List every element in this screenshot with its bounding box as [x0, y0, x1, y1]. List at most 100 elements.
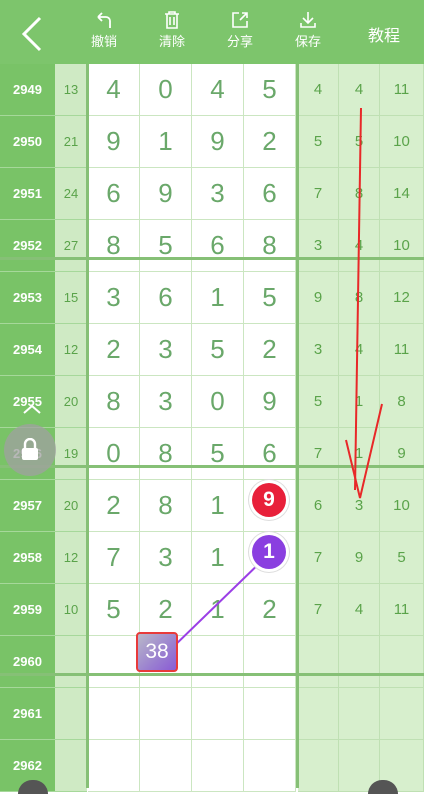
- digit-cell[interactable]: [244, 636, 296, 688]
- undo-icon: [97, 12, 111, 28]
- digit-cell[interactable]: 0: [88, 428, 140, 480]
- digit-cell[interactable]: [244, 688, 296, 740]
- lock-button[interactable]: [4, 424, 56, 476]
- digit-cell[interactable]: 1: [192, 584, 244, 636]
- digit-cell[interactable]: [192, 688, 244, 740]
- digit-cell[interactable]: 8: [88, 220, 140, 272]
- toolbar: 撤销 清除 分享 保存 教程: [0, 0, 424, 64]
- stat-cell: 3: [339, 480, 380, 532]
- digit-cell[interactable]: 9: [140, 168, 192, 220]
- digit-cell[interactable]: [140, 688, 192, 740]
- table-row: 2956190856719: [0, 428, 424, 480]
- issue-number: 2954: [0, 324, 55, 376]
- digit-cell[interactable]: 4: [192, 64, 244, 116]
- digit-cell[interactable]: 3: [140, 376, 192, 428]
- table-row: 2951 24 6 9 3 6 7 8 14: [0, 168, 424, 220]
- digit-cell[interactable]: 1: [192, 532, 244, 584]
- table-row: 2959 10 5 2 1 2 7 4 11: [0, 584, 424, 636]
- digit-cell[interactable]: 2: [140, 584, 192, 636]
- digit-cell[interactable]: 8: [244, 220, 296, 272]
- digit-cell[interactable]: 9: [88, 116, 140, 168]
- digit-cell[interactable]: [140, 740, 192, 792]
- stat-cell: 10: [380, 480, 424, 532]
- clear-button[interactable]: 清除: [146, 8, 198, 58]
- digit-cell[interactable]: 4: [88, 64, 140, 116]
- group-divider: [0, 465, 424, 468]
- digit-cell[interactable]: 6: [140, 272, 192, 324]
- digit-cell[interactable]: 6: [192, 220, 244, 272]
- digit-cell[interactable]: 2: [88, 480, 140, 532]
- stat-cell: 5: [298, 376, 339, 428]
- issue-number: 2960: [0, 636, 55, 688]
- stat-cell: 5: [339, 116, 380, 168]
- digit-cell[interactable]: 1: [192, 480, 244, 532]
- sum-value: 20: [55, 480, 87, 532]
- sum-value: 27: [55, 220, 87, 272]
- digit-cell[interactable]: [192, 636, 244, 688]
- share-label: 分享: [226, 34, 253, 49]
- stat-cell: 5: [298, 116, 339, 168]
- digit-cell[interactable]: [88, 740, 140, 792]
- trend-grid: 2949 13 4 0 4 5 4 4 11 2950 21 9 1 9 2 5 5 10 2951 24 6 9 3 6 7 8…: [0, 64, 424, 792]
- digit-cell[interactable]: 9: [192, 116, 244, 168]
- digit-cell[interactable]: 2: [244, 584, 296, 636]
- digit-cell[interactable]: 2: [244, 116, 296, 168]
- digit-cell[interactable]: 2: [244, 324, 296, 376]
- stat-cell: [298, 636, 339, 688]
- stat-cell: 8: [380, 376, 424, 428]
- digit-cell[interactable]: 1: [192, 272, 244, 324]
- issue-number: 2949: [0, 64, 55, 116]
- digit-cell[interactable]: [244, 740, 296, 792]
- undo-button[interactable]: 撤销: [78, 8, 130, 58]
- digit-cell[interactable]: 1: [140, 116, 192, 168]
- digit-cell[interactable]: 5: [140, 220, 192, 272]
- digit-cell[interactable]: [88, 636, 140, 688]
- digit-cell[interactable]: 3: [192, 168, 244, 220]
- digit-cell[interactable]: 0: [140, 64, 192, 116]
- table-row: 2953 15 3 6 1 5 9 8 12: [0, 272, 424, 324]
- sum-value: 19: [55, 428, 87, 480]
- stat-cell: 10: [380, 220, 424, 272]
- digit-cell[interactable]: 3: [140, 324, 192, 376]
- digit-cell[interactable]: 8: [140, 480, 192, 532]
- digit-cell[interactable]: 3: [140, 532, 192, 584]
- digit-cell[interactable]: 5: [192, 428, 244, 480]
- stat-cell: 7: [298, 584, 339, 636]
- digit-cell[interactable]: 3: [88, 272, 140, 324]
- digit-cell[interactable]: 2: [88, 324, 140, 376]
- sum-value: 24: [55, 168, 87, 220]
- digit-cell[interactable]: [88, 688, 140, 740]
- stat-cell: 1: [339, 376, 380, 428]
- stat-cell: 11: [380, 584, 424, 636]
- purple-ball-marker[interactable]: 1: [252, 535, 286, 569]
- save-button[interactable]: 保存: [282, 8, 334, 58]
- digit-cell[interactable]: 6: [244, 428, 296, 480]
- digit-cell[interactable]: [192, 740, 244, 792]
- digit-cell[interactable]: 5: [244, 272, 296, 324]
- digit-cell[interactable]: 8: [88, 376, 140, 428]
- stat-cell: 3: [298, 220, 339, 272]
- digit-cell[interactable]: 6: [88, 168, 140, 220]
- sum-value: 12: [55, 324, 87, 376]
- download-icon: [300, 12, 316, 28]
- digit-cell[interactable]: 7: [88, 532, 140, 584]
- selected-cell-value[interactable]: 38: [136, 632, 178, 672]
- share-icon: [232, 12, 248, 28]
- trash-icon: [165, 11, 179, 29]
- stat-cell: 14: [380, 168, 424, 220]
- share-button[interactable]: 分享: [214, 8, 266, 58]
- digit-cell[interactable]: 5: [192, 324, 244, 376]
- digit-cell[interactable]: 5: [244, 64, 296, 116]
- digit-cell[interactable]: 0: [192, 376, 244, 428]
- back-button[interactable]: [16, 14, 46, 54]
- tutorial-button[interactable]: 教程: [368, 22, 400, 46]
- stat-cell: 4: [339, 220, 380, 272]
- save-label: 保存: [294, 34, 321, 49]
- digit-cell[interactable]: 6: [244, 168, 296, 220]
- digit-cell[interactable]: 8: [140, 428, 192, 480]
- digit-cell[interactable]: 9: [244, 376, 296, 428]
- digit-cell[interactable]: 5: [88, 584, 140, 636]
- stat-cell: 11: [380, 324, 424, 376]
- red-ball-marker[interactable]: 9: [252, 483, 286, 517]
- stat-cell: 10: [380, 116, 424, 168]
